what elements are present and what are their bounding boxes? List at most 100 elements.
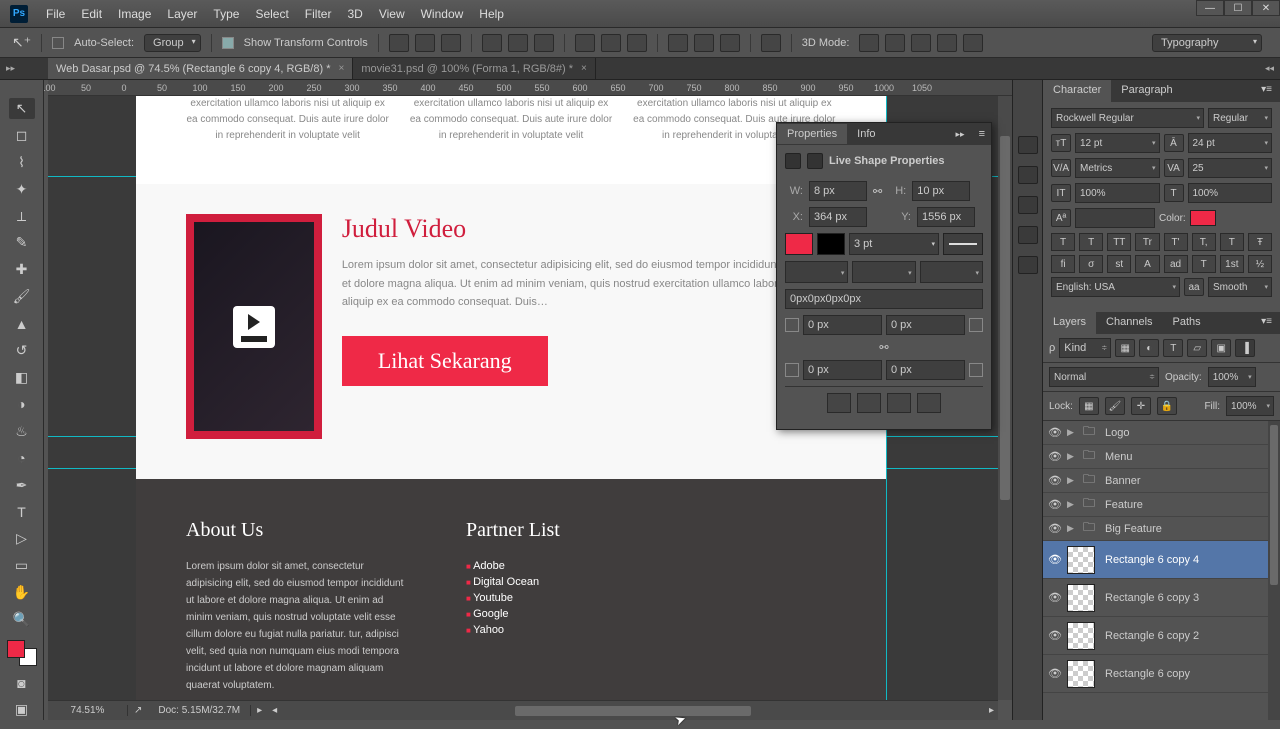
tab-channels[interactable]: Channels [1096,312,1162,334]
menu-image[interactable]: Image [110,7,159,21]
distribute-icon[interactable] [575,34,595,52]
dodge-tool[interactable]: ◔ [9,448,35,469]
opentype-button[interactable]: st [1107,255,1131,273]
font-family-dropdown[interactable]: Rockwell Regular▾ [1051,108,1204,128]
layers-scrollbar[interactable] [1268,421,1280,720]
path-select-tool[interactable]: ▷ [9,529,35,550]
props-action-icon[interactable] [857,393,881,413]
baseline-field[interactable] [1075,208,1155,228]
menu-help[interactable]: Help [471,7,512,21]
menu-select[interactable]: Select [247,7,296,21]
filter-type-icon[interactable]: T [1163,339,1183,357]
eyedropper-tool[interactable]: ✎ [9,233,35,254]
menu-edit[interactable]: Edit [73,7,110,21]
vscale-field[interactable]: 100% [1075,183,1160,203]
quick-mask-icon[interactable]: ◙ [9,672,35,693]
height-field[interactable]: 10 px [912,181,970,201]
corner-br-icon[interactable] [969,363,983,377]
props-action-icon[interactable] [827,393,851,413]
stroke-style-dropdown[interactable] [943,233,983,255]
close-tab-icon[interactable]: × [338,63,344,74]
expand-panels-right-icon[interactable]: ◂◂ [1265,63,1274,74]
show-transform-checkbox[interactable] [222,37,234,49]
tab-paths[interactable]: Paths [1163,312,1211,334]
filter-adjust-icon[interactable]: ◐ [1139,339,1159,357]
lock-transparency-icon[interactable]: ▦ [1079,397,1099,415]
mode3d-icon[interactable] [911,34,931,52]
align-icon[interactable] [534,34,554,52]
close-tab-icon[interactable]: × [581,63,587,74]
mini-panel-icon[interactable] [1018,136,1038,154]
mini-panel-icon[interactable] [1018,196,1038,214]
wand-tool[interactable]: ✦ [9,179,35,200]
visibility-toggle-icon[interactable]: 👁 [1047,553,1063,566]
layer-row[interactable]: 👁▶🗀Big Feature [1043,517,1280,541]
menu-type[interactable]: Type [205,7,247,21]
menu-file[interactable]: File [38,7,73,21]
opentype-button[interactable]: T [1192,255,1216,273]
layer-row[interactable]: 👁▶🗀Logo [1043,421,1280,445]
mode3d-icon[interactable] [937,34,957,52]
kerning-field[interactable]: Metrics▾ [1075,158,1160,178]
corner-bl-field[interactable]: 0 px [803,360,882,380]
mode3d-icon[interactable] [859,34,879,52]
corner-br-field[interactable]: 0 px [886,360,965,380]
visibility-toggle-icon[interactable]: 👁 [1047,667,1063,680]
leading-field[interactable]: 24 pt▾ [1188,133,1273,153]
align-icon[interactable] [415,34,435,52]
antialiasing-dropdown[interactable]: Smooth▾ [1208,277,1272,297]
auto-select-dropdown[interactable]: Group [144,34,201,52]
tab-paragraph[interactable]: Paragraph [1111,80,1182,102]
corner-tr-icon[interactable] [969,318,983,332]
visibility-toggle-icon[interactable]: 👁 [1047,629,1063,642]
props-action-icon[interactable] [917,393,941,413]
menu-3d[interactable]: 3D [339,7,370,21]
stroke-width-field[interactable]: 3 pt▾ [849,233,939,255]
align-icon[interactable] [389,34,409,52]
close-button[interactable]: ✕ [1252,0,1280,16]
text-style-button[interactable]: Tr [1135,233,1159,251]
text-style-button[interactable]: Ŧ [1248,233,1272,251]
gradient-tool[interactable]: ◑ [9,394,35,415]
hand-tool[interactable]: ✋ [9,582,35,603]
document-tab[interactable]: movie31.psd @ 100% (Forma 1, RGB/8#) *× [353,58,596,79]
history-brush-tool[interactable]: ↺ [9,340,35,361]
move-tool[interactable]: ↖ [9,98,35,119]
stroke-align-dropdown[interactable]: ▾ [785,261,848,283]
healing-tool[interactable]: ✚ [9,259,35,280]
distribute-icon[interactable] [668,34,688,52]
fill-field[interactable]: 100%▾ [1226,396,1274,416]
opentype-button[interactable]: A [1135,255,1159,273]
corner-tr-field[interactable]: 0 px [886,315,965,335]
brush-tool[interactable]: 🖌 [9,286,35,307]
opentype-button[interactable]: fi [1051,255,1075,273]
minimize-button[interactable]: — [1196,0,1224,16]
layer-row[interactable]: 👁▶🗀Feature [1043,493,1280,517]
expand-icon[interactable]: ▶ [1067,427,1079,438]
corner-radius-field[interactable]: 0px0px0px0px [785,289,983,309]
pen-tool[interactable]: ✒ [9,475,35,496]
tracking-field[interactable]: 25▾ [1188,158,1273,178]
distribute-icon[interactable] [601,34,621,52]
maximize-button[interactable]: ☐ [1224,0,1252,16]
tab-character[interactable]: Character [1043,80,1111,102]
width-field[interactable]: 8 px [809,181,867,201]
corner-bl-icon[interactable] [785,363,799,377]
blur-tool[interactable]: ♨ [9,421,35,442]
visibility-toggle-icon[interactable]: 👁 [1047,522,1063,535]
layer-row[interactable]: 👁Rectangle 6 copy [1043,655,1280,693]
layer-row[interactable]: 👁Rectangle 6 copy 2 [1043,617,1280,655]
filter-shape-icon[interactable]: ▱ [1187,339,1207,357]
link-wh-icon[interactable]: ⚯ [873,185,882,198]
mini-panel-icon[interactable] [1018,256,1038,274]
stroke-caps-dropdown[interactable]: ▾ [852,261,915,283]
tab-layers[interactable]: Layers [1043,312,1096,334]
menu-filter[interactable]: Filter [297,7,340,21]
type-tool[interactable]: T [9,502,35,523]
hscale-field[interactable]: 100% [1188,183,1273,203]
filter-smart-icon[interactable]: ▣ [1211,339,1231,357]
layer-filter-dropdown[interactable]: Kind≑ [1059,338,1111,358]
align-icon[interactable] [482,34,502,52]
visibility-toggle-icon[interactable]: 👁 [1047,474,1063,487]
text-style-button[interactable]: T [1051,233,1075,251]
